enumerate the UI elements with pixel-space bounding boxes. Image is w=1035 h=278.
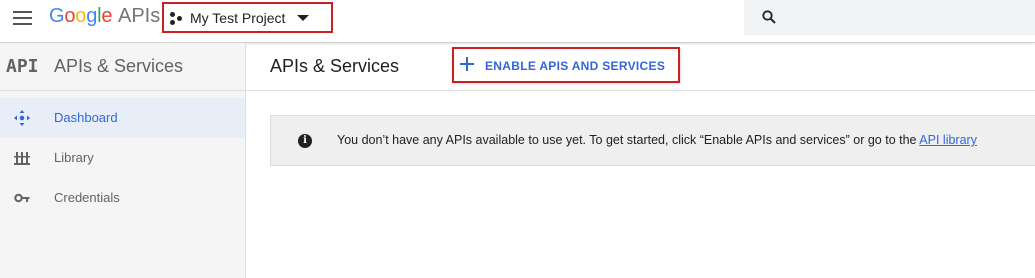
logo-letter: o <box>64 5 76 27</box>
key-icon <box>14 193 30 203</box>
notice-message: You don’t have any APIs available to use… <box>337 133 977 147</box>
project-name: My Test Project <box>190 10 286 26</box>
dashboard-icon <box>14 110 30 126</box>
project-selector[interactable]: My Test Project <box>162 2 333 33</box>
info-notice: You don’t have any APIs available to use… <box>270 115 1035 166</box>
logo-letter: G <box>49 5 65 27</box>
sidebar-item-label: Credentials <box>54 190 120 205</box>
page-title: APIs & Services <box>270 56 400 76</box>
info-icon <box>298 134 312 148</box>
logo-letter: e <box>101 5 113 27</box>
project-icon <box>170 12 184 25</box>
api-library-link[interactable]: API library <box>919 133 977 147</box>
main-header: APIs & Services ENABLE APIS AND SERVICES <box>246 43 1035 91</box>
hamburger-menu-icon[interactable] <box>13 11 32 25</box>
enable-apis-button[interactable]: ENABLE APIS AND SERVICES <box>452 47 680 83</box>
dropdown-caret-icon <box>297 15 309 21</box>
sidebar-item-label: Dashboard <box>54 110 118 125</box>
sidebar-header: API APIs & Services <box>0 43 245 91</box>
search-bar[interactable] <box>744 0 1035 35</box>
sidebar-item-credentials[interactable]: Credentials <box>0 178 245 218</box>
sidebar: API APIs & Services Dashboard Library Cr… <box>0 43 246 278</box>
logo-letter: g <box>86 5 98 27</box>
sidebar-title: APIs & Services <box>54 56 184 76</box>
logo-apis-text: APIs <box>118 5 161 27</box>
api-logo-icon: API <box>6 56 39 77</box>
sidebar-item-label: Library <box>54 150 94 165</box>
sidebar-item-library[interactable]: Library <box>0 138 245 178</box>
logo-letter: o <box>75 5 87 27</box>
enable-apis-button-label: ENABLE APIS AND SERVICES <box>485 59 666 73</box>
plus-icon <box>460 57 474 71</box>
notice-text: You don’t have any APIs available to use… <box>337 133 920 147</box>
sidebar-item-dashboard[interactable]: Dashboard <box>0 98 245 138</box>
top-app-bar: Google APIs My Test Project <box>0 0 1035 43</box>
search-icon[interactable] <box>762 10 776 24</box>
library-icon <box>14 152 30 165</box>
google-logo[interactable]: Google <box>49 5 113 28</box>
